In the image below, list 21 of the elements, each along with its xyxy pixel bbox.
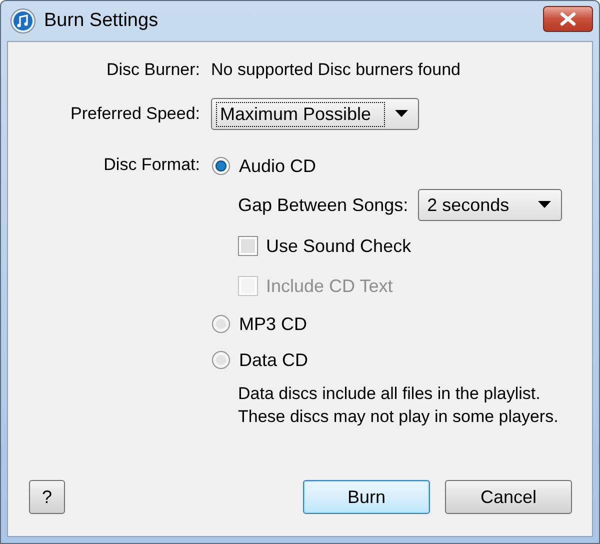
disc-burner-status: No supported Disc burners found bbox=[211, 60, 462, 80]
data-disc-note: Data discs include all files in the playlist. These discs may not play in some players. bbox=[238, 383, 560, 428]
radio-option[interactable]: Data CD bbox=[211, 342, 572, 378]
caret-icon bbox=[395, 110, 408, 118]
field-label: Disc Burner: bbox=[106, 60, 200, 80]
checkbox-option[interactable]: Use Sound Check bbox=[238, 226, 572, 266]
close-button[interactable] bbox=[543, 6, 593, 32]
field-label: Preferred Speed: bbox=[70, 104, 200, 124]
help-button[interactable]: ? bbox=[29, 480, 65, 514]
window-title: Burn Settings bbox=[44, 10, 160, 32]
cancel-button[interactable]: Cancel bbox=[445, 480, 572, 514]
music-note-icon bbox=[10, 8, 36, 34]
burn-button[interactable]: Burn bbox=[303, 480, 430, 514]
radio-option[interactable]: Audio CD bbox=[211, 148, 572, 184]
field-label: Disc Format: bbox=[104, 155, 200, 175]
radio-option[interactable]: MP3 CD bbox=[211, 306, 572, 342]
close-icon bbox=[559, 12, 577, 26]
speed-dropdown[interactable]: Maximum Possible bbox=[211, 98, 419, 130]
caret-icon bbox=[538, 201, 552, 209]
gap-dropdown[interactable]: 2 seconds bbox=[418, 189, 562, 221]
field-label: Gap Between Songs: bbox=[238, 194, 408, 216]
